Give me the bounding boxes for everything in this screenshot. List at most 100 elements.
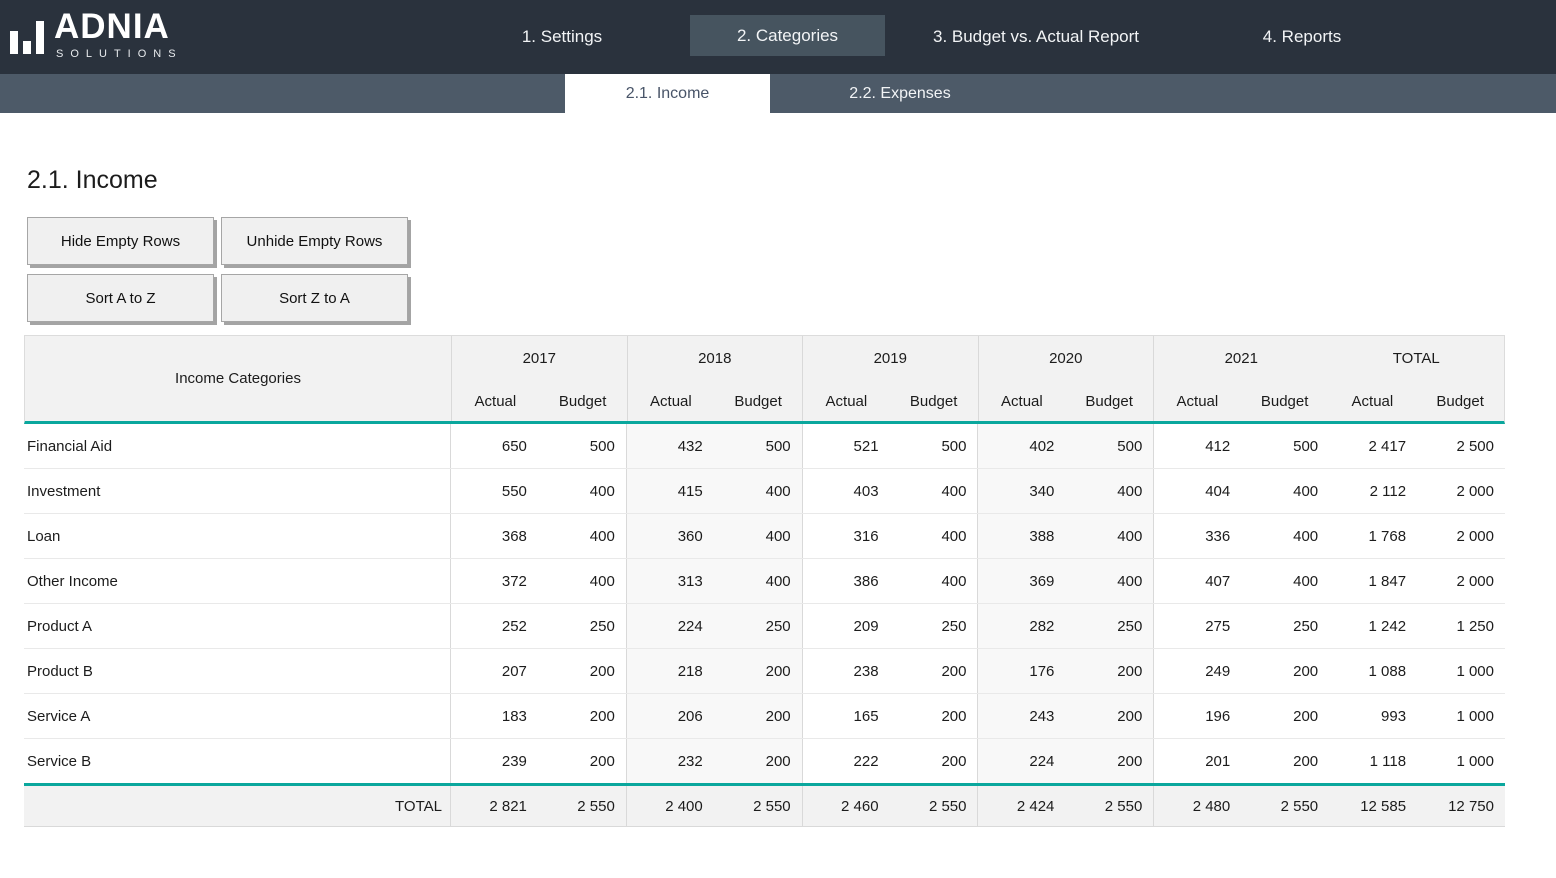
value-cell[interactable]: 196 xyxy=(1153,694,1241,738)
value-cell[interactable]: 200 xyxy=(1065,694,1153,738)
category-cell[interactable]: Other Income xyxy=(24,559,450,603)
value-cell[interactable]: 400 xyxy=(1241,514,1329,558)
value-cell[interactable]: 400 xyxy=(1065,469,1153,513)
category-cell[interactable]: Product A xyxy=(24,604,450,648)
value-cell[interactable]: 2 417 xyxy=(1329,424,1417,468)
value-cell[interactable]: 282 xyxy=(977,604,1065,648)
value-cell[interactable]: 200 xyxy=(538,694,626,738)
value-cell[interactable]: 1 000 xyxy=(1417,649,1505,693)
total-value-cell[interactable]: 2 550 xyxy=(1241,786,1329,826)
subtab-income[interactable]: 2.1. Income xyxy=(565,74,770,113)
value-cell[interactable]: 372 xyxy=(450,559,538,603)
value-cell[interactable]: 368 xyxy=(450,514,538,558)
value-cell[interactable]: 2 000 xyxy=(1417,559,1505,603)
unhide-empty-rows-button[interactable]: Unhide Empty Rows xyxy=(221,217,408,265)
value-cell[interactable]: 207 xyxy=(450,649,538,693)
value-cell[interactable]: 200 xyxy=(890,649,978,693)
value-cell[interactable]: 209 xyxy=(802,604,890,648)
total-value-cell[interactable]: 2 550 xyxy=(1065,786,1153,826)
total-value-cell[interactable]: 2 821 xyxy=(450,786,538,826)
value-cell[interactable]: 200 xyxy=(1241,649,1329,693)
total-value-cell[interactable]: 2 480 xyxy=(1153,786,1241,826)
value-cell[interactable]: 252 xyxy=(450,604,538,648)
value-cell[interactable]: 1 088 xyxy=(1329,649,1417,693)
hide-empty-rows-button[interactable]: Hide Empty Rows xyxy=(27,217,214,265)
value-cell[interactable]: 400 xyxy=(714,469,802,513)
value-cell[interactable]: 2 000 xyxy=(1417,469,1505,513)
value-cell[interactable]: 500 xyxy=(538,424,626,468)
value-cell[interactable]: 200 xyxy=(1065,739,1153,783)
value-cell[interactable]: 340 xyxy=(977,469,1065,513)
value-cell[interactable]: 400 xyxy=(538,514,626,558)
value-cell[interactable]: 250 xyxy=(890,604,978,648)
total-value-cell[interactable]: 2 550 xyxy=(714,786,802,826)
value-cell[interactable]: 400 xyxy=(1241,559,1329,603)
value-cell[interactable]: 238 xyxy=(802,649,890,693)
value-cell[interactable]: 165 xyxy=(802,694,890,738)
value-cell[interactable]: 404 xyxy=(1153,469,1241,513)
value-cell[interactable]: 250 xyxy=(714,604,802,648)
value-cell[interactable]: 400 xyxy=(1065,514,1153,558)
value-cell[interactable]: 500 xyxy=(714,424,802,468)
value-cell[interactable]: 200 xyxy=(890,694,978,738)
value-cell[interactable]: 500 xyxy=(1065,424,1153,468)
sort-a-to-z-button[interactable]: Sort A to Z xyxy=(27,274,214,322)
value-cell[interactable]: 200 xyxy=(1241,694,1329,738)
value-cell[interactable]: 388 xyxy=(977,514,1065,558)
value-cell[interactable]: 993 xyxy=(1329,694,1417,738)
value-cell[interactable]: 1 000 xyxy=(1417,694,1505,738)
value-cell[interactable]: 200 xyxy=(1065,649,1153,693)
value-cell[interactable]: 206 xyxy=(626,694,714,738)
value-cell[interactable]: 218 xyxy=(626,649,714,693)
total-value-cell[interactable]: 12 750 xyxy=(1417,786,1505,826)
value-cell[interactable]: 400 xyxy=(890,514,978,558)
value-cell[interactable]: 250 xyxy=(1241,604,1329,648)
value-cell[interactable]: 550 xyxy=(450,469,538,513)
value-cell[interactable]: 403 xyxy=(802,469,890,513)
value-cell[interactable]: 200 xyxy=(714,694,802,738)
value-cell[interactable]: 1 118 xyxy=(1329,739,1417,783)
value-cell[interactable]: 2 112 xyxy=(1329,469,1417,513)
value-cell[interactable]: 250 xyxy=(1065,604,1153,648)
value-cell[interactable]: 400 xyxy=(1065,559,1153,603)
value-cell[interactable]: 500 xyxy=(1241,424,1329,468)
category-cell[interactable]: Service A xyxy=(24,694,450,738)
value-cell[interactable]: 400 xyxy=(890,469,978,513)
nav-tab-categories[interactable]: 2. Categories xyxy=(690,15,885,56)
value-cell[interactable]: 200 xyxy=(538,649,626,693)
value-cell[interactable]: 243 xyxy=(977,694,1065,738)
total-value-cell[interactable]: 12 585 xyxy=(1329,786,1417,826)
nav-tab-settings[interactable]: 1. Settings xyxy=(522,0,602,74)
value-cell[interactable]: 369 xyxy=(977,559,1065,603)
value-cell[interactable]: 400 xyxy=(538,469,626,513)
nav-tab-reports[interactable]: 4. Reports xyxy=(1263,0,1341,74)
value-cell[interactable]: 200 xyxy=(1241,739,1329,783)
total-value-cell[interactable]: 2 550 xyxy=(890,786,978,826)
value-cell[interactable]: 200 xyxy=(714,649,802,693)
value-cell[interactable]: 336 xyxy=(1153,514,1241,558)
value-cell[interactable]: 200 xyxy=(890,739,978,783)
sort-z-to-a-button[interactable]: Sort Z to A xyxy=(221,274,408,322)
value-cell[interactable]: 415 xyxy=(626,469,714,513)
value-cell[interactable]: 386 xyxy=(802,559,890,603)
value-cell[interactable]: 432 xyxy=(626,424,714,468)
value-cell[interactable]: 400 xyxy=(714,514,802,558)
value-cell[interactable]: 400 xyxy=(714,559,802,603)
value-cell[interactable]: 400 xyxy=(890,559,978,603)
value-cell[interactable]: 407 xyxy=(1153,559,1241,603)
value-cell[interactable]: 224 xyxy=(977,739,1065,783)
value-cell[interactable]: 360 xyxy=(626,514,714,558)
value-cell[interactable]: 249 xyxy=(1153,649,1241,693)
total-value-cell[interactable]: 2 550 xyxy=(538,786,626,826)
value-cell[interactable]: 222 xyxy=(802,739,890,783)
value-cell[interactable]: 200 xyxy=(538,739,626,783)
value-cell[interactable]: 521 xyxy=(802,424,890,468)
value-cell[interactable]: 402 xyxy=(977,424,1065,468)
value-cell[interactable]: 1 250 xyxy=(1417,604,1505,648)
value-cell[interactable]: 275 xyxy=(1153,604,1241,648)
category-cell[interactable]: Investment xyxy=(24,469,450,513)
value-cell[interactable]: 400 xyxy=(538,559,626,603)
value-cell[interactable]: 1 000 xyxy=(1417,739,1505,783)
value-cell[interactable]: 2 500 xyxy=(1417,424,1505,468)
value-cell[interactable]: 239 xyxy=(450,739,538,783)
